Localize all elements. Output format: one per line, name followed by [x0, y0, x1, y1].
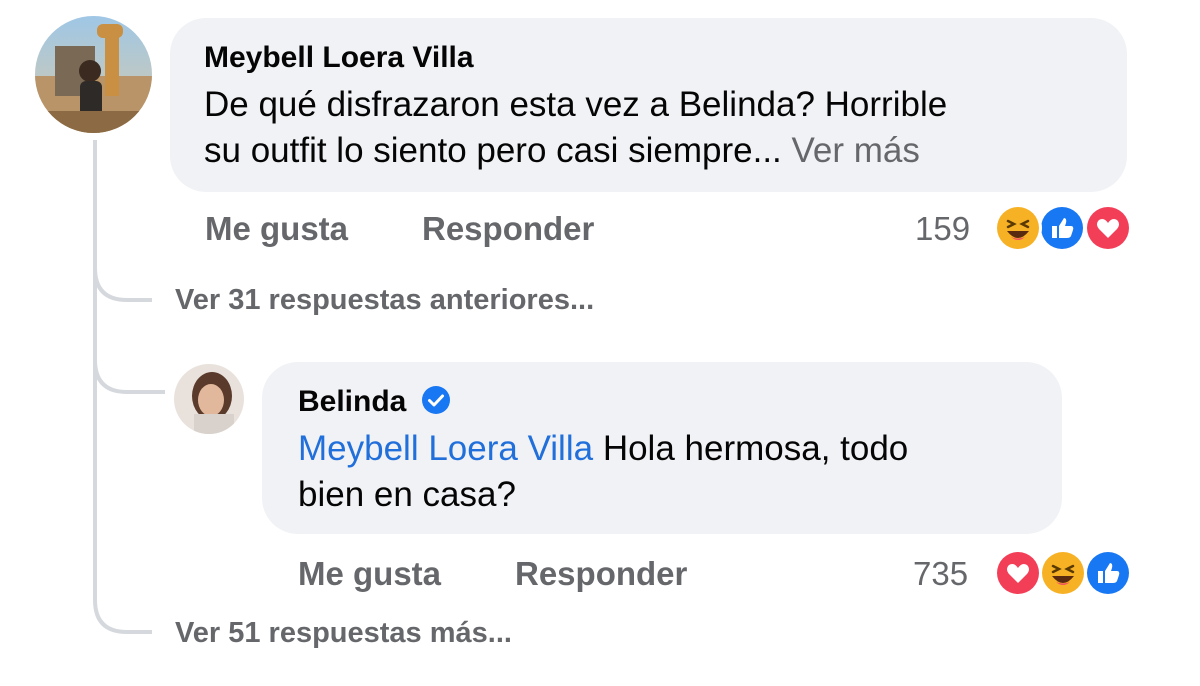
view-previous-replies-link[interactable]: Ver 31 respuestas anteriores... — [175, 284, 594, 317]
haha-icon — [1039, 549, 1087, 597]
comment-text-line1: De qué disfrazaron esta vez a Belinda? H… — [204, 85, 948, 124]
reply-bubble: Belinda Meybell Loera Villa Hola hermosa… — [262, 362, 1062, 534]
avatar[interactable] — [174, 364, 244, 434]
view-more-replies-link[interactable]: Ver 51 respuestas más... — [175, 617, 512, 650]
reply-text-line1: Meybell Loera Villa Hola hermosa, todo — [298, 426, 1038, 472]
see-more-link[interactable]: Ver más — [792, 131, 920, 170]
like-button[interactable]: Me gusta — [298, 555, 441, 593]
avatar[interactable] — [35, 16, 152, 133]
verified-badge-icon — [421, 385, 451, 424]
haha-icon — [994, 204, 1042, 252]
love-icon — [994, 549, 1042, 597]
like-button[interactable]: Me gusta — [205, 210, 348, 248]
reply-text: Meybell Loera Villa Hola hermosa, todo b… — [298, 426, 1038, 518]
like-icon — [1084, 549, 1132, 597]
reply-author-name: Belinda — [298, 385, 407, 418]
comment-bubble: Meybell Loera Villa De qué disfrazaron e… — [170, 18, 1127, 192]
reply-text-line2: bien en casa? — [298, 475, 516, 514]
comment-text-line2: su outfit lo siento pero casi siempre...… — [204, 128, 1104, 174]
comment-text: De qué disfrazaron esta vez a Belinda? H… — [204, 82, 1104, 174]
reply-author[interactable]: Belinda — [298, 384, 451, 424]
comment-text-line2-content: su outfit lo siento pero casi siempre... — [204, 131, 782, 170]
love-icon — [1084, 204, 1132, 252]
reaction-count[interactable]: 735 — [913, 555, 968, 593]
mention-link[interactable]: Meybell Loera Villa — [298, 429, 593, 468]
reply-text-content: Hola hermosa, todo — [602, 429, 909, 468]
comment-author[interactable]: Meybell Loera Villa — [204, 40, 474, 76]
reply-button[interactable]: Responder — [422, 210, 594, 248]
reaction-count[interactable]: 159 — [915, 210, 970, 248]
reply-button[interactable]: Responder — [515, 555, 687, 593]
like-icon — [1038, 204, 1086, 252]
